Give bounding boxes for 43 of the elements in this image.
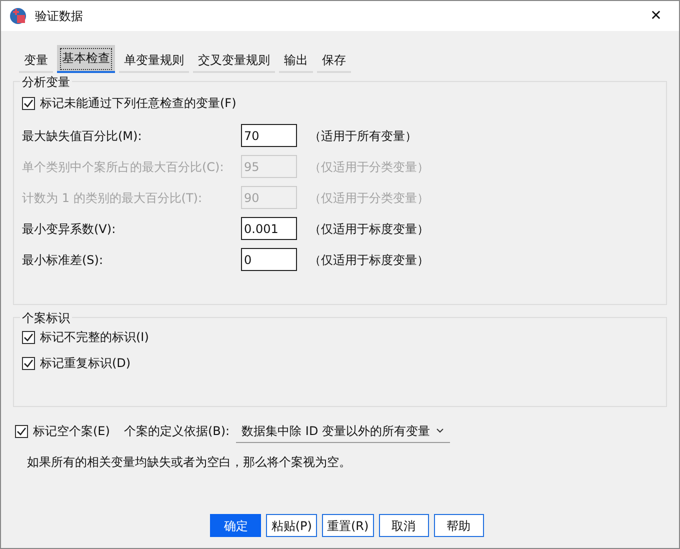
field-note: （仅适用于标度变量） <box>309 220 429 238</box>
field-label: 最大缺失值百分比(M): <box>22 128 143 144</box>
dialog-button[interactable]: 取消 <box>378 514 429 537</box>
checkbox[interactable] <box>22 330 35 344</box>
group-title: 分析变量 <box>20 73 72 91</box>
note-text: 如果所有的相关变量均缺失或者为空白，那么将个案视为空。 <box>27 454 352 471</box>
checkbox[interactable] <box>22 96 35 110</box>
tab[interactable]: 交叉变量规则 <box>193 49 275 73</box>
checkmark-icon <box>23 98 34 108</box>
group-title: 个案标识 <box>20 309 72 327</box>
dialog-button[interactable]: 粘贴(P) <box>266 514 317 537</box>
field-note: （仅适用于分类变量） <box>309 158 429 176</box>
field-label: 计数为 1 的类别的最大百分比(T): <box>22 190 203 206</box>
input-field[interactable]: 0 <box>241 248 297 271</box>
checkbox-label: 标记不完整的标识(I) <box>40 329 149 346</box>
chevron-down-icon <box>436 428 444 433</box>
field-label: 最小标准差(S): <box>22 252 104 268</box>
app-icon <box>9 7 27 25</box>
tab[interactable]: 单变量规则 <box>119 49 189 73</box>
checkmark-icon <box>23 358 34 368</box>
field-label: 最小变异系数(V): <box>22 220 117 238</box>
checkbox-label: 标记重复标识(D) <box>40 355 131 372</box>
dropdown-label: 个案的定义依据(B): <box>124 423 230 440</box>
field-label: 单个类别中个案所占的最大百分比(C): <box>22 158 225 176</box>
input-field[interactable]: 0.001 <box>241 217 297 240</box>
checkbox-label: 标记空个案(E) <box>33 423 110 440</box>
close-button[interactable]: ✕ <box>641 6 671 26</box>
tab[interactable]: 保存 <box>317 49 351 73</box>
dialog-button[interactable]: 帮助 <box>434 514 484 537</box>
dialog-button[interactable]: 确定 <box>210 514 262 537</box>
dialog-button[interactable]: 重置(R) <box>322 514 374 537</box>
checkbox[interactable] <box>22 356 35 370</box>
tab[interactable]: 输出 <box>279 49 313 73</box>
checkmark-icon <box>16 426 27 436</box>
field-note: （适用于所有变量） <box>309 128 417 144</box>
window-title: 验证数据 <box>35 8 84 25</box>
checkbox-label: 标记未能通过下列任意检查的变量(F) <box>40 95 236 112</box>
field-note: （仅适用于分类变量） <box>309 190 429 206</box>
checkmark-icon <box>23 332 34 342</box>
field-note: （仅适用于标度变量） <box>309 252 429 268</box>
tab[interactable]: 基本检查 <box>57 45 115 73</box>
input-field[interactable]: 70 <box>241 124 297 147</box>
checkbox[interactable] <box>15 424 28 438</box>
